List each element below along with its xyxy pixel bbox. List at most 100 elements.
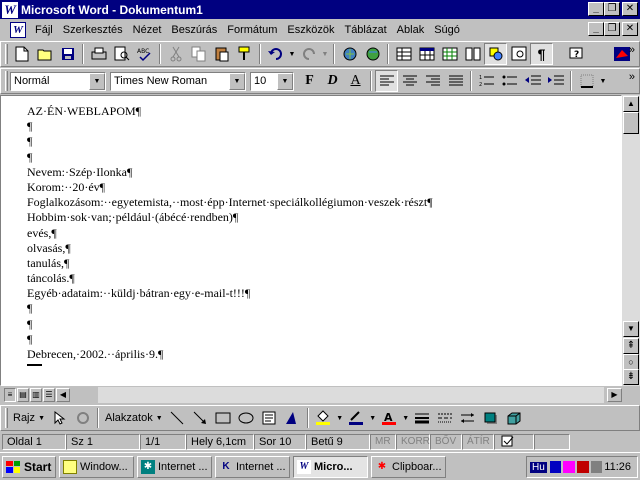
font-color-dropdown-icon[interactable]: ▼ [401,407,411,429]
document-page[interactable]: AZ·ÉN·WEBLAPOM¶ ¶ ¶ ¶ Nevem:·Szép·Ilonka… [0,95,622,386]
toolbar-more-chevron-icon[interactable]: » [629,44,635,56]
borders-dropdown-icon[interactable]: ▼ [598,70,608,92]
horizontal-scrollbar[interactable] [98,387,604,403]
tray-speaker-icon[interactable] [590,461,603,473]
menu-edit[interactable]: Szerkesztés [58,24,128,36]
taskbar-button-clipboard[interactable]: ✱ Clipboar... [371,455,446,478]
document-line[interactable]: evés,¶ [27,226,433,241]
dash-style-icon[interactable] [434,407,457,429]
align-center-icon[interactable] [398,70,421,92]
doc-close-button[interactable]: ✕ [622,22,638,36]
taskbar-button-internet-1[interactable]: ✱ Internet ... [137,455,212,478]
numbering-icon[interactable]: 12 [475,70,498,92]
style-select[interactable]: Normál ▼ [10,71,106,91]
print-preview-icon[interactable] [110,43,133,65]
status-extend[interactable]: BŐV [430,434,462,450]
tray-app-icon[interactable] [563,461,576,473]
columns-icon[interactable] [461,43,484,65]
paste-icon[interactable] [210,43,233,65]
copy-icon[interactable] [187,43,210,65]
arrow-style-icon[interactable] [457,407,480,429]
bullets-icon[interactable] [498,70,521,92]
line-color-dropdown-icon[interactable]: ▼ [368,407,378,429]
menu-tools[interactable]: Eszközök [282,24,339,36]
new-document-icon[interactable] [10,43,33,65]
office-assistant-icon[interactable]: ? [565,43,588,65]
menu-insert[interactable]: Beszúrás [166,24,222,36]
close-button[interactable]: ✕ [622,2,638,16]
doc-restore-button[interactable]: ❐ [604,22,620,36]
document-line[interactable]: Korom:··20·év¶ [27,180,433,195]
document-line[interactable]: tanulás,¶ [27,256,433,271]
web-toolbar-icon[interactable] [361,43,384,65]
status-section[interactable]: Sz 1 [66,434,140,450]
document-line[interactable]: Hobbim·sok·van;·például·(ábécé·rendben)¶ [27,210,433,225]
tables-borders-icon[interactable] [392,43,415,65]
align-right-icon[interactable] [421,70,444,92]
previous-page-icon[interactable]: ⇞ [623,338,639,354]
document-line[interactable]: táncolás.¶ [27,271,433,286]
scroll-up-icon[interactable]: ▲ [623,96,639,112]
status-line[interactable]: Sor 10 [254,434,306,450]
shadow-icon[interactable] [480,407,503,429]
status-position[interactable]: Hely 6,1cm [186,434,254,450]
bold-button[interactable]: F [298,70,321,92]
open-folder-icon[interactable] [33,43,56,65]
document-line[interactable]: Egyéb·adataim:··küldj·bátran·egy·e-mail-… [27,286,433,301]
tray-monitor-icon[interactable] [549,461,562,473]
wordart-icon[interactable] [281,407,304,429]
menu-help[interactable]: Súgó [429,24,465,36]
tray-antivirus-icon[interactable] [577,461,589,473]
scroll-thumb[interactable] [623,112,639,134]
title-bar[interactable]: W Microsoft Word - Dokumentum1 _ ❐ ✕ [0,0,640,19]
spelling-status-icon[interactable] [494,434,534,450]
insert-excel-icon[interactable] [438,43,461,65]
document-line[interactable]: ¶ [27,150,433,165]
menu-format[interactable]: Formátum [222,24,282,36]
status-record-macro[interactable]: MR [370,434,396,450]
menu-window[interactable]: Ablak [392,24,430,36]
minimize-button[interactable]: _ [588,2,604,16]
scroll-right-icon[interactable]: ▶ [607,388,622,402]
document-body[interactable]: AZ·ÉN·WEBLAPOM¶ ¶ ¶ ¶ Nevem:·Szép·Ilonka… [27,104,433,362]
document-line[interactable]: Nevem:·Szép·Ilonka¶ [27,165,433,180]
redo-dropdown-icon[interactable]: ▼ [320,43,330,65]
toolbar-grip[interactable] [5,71,8,91]
justify-icon[interactable] [444,70,467,92]
scroll-left-icon[interactable]: ◀ [56,388,70,402]
3d-icon[interactable] [503,407,526,429]
web-layout-view-icon[interactable]: ▤ [17,388,29,402]
redo-icon[interactable] [297,43,320,65]
line-tool-icon[interactable] [166,407,189,429]
oval-tool-icon[interactable] [235,407,258,429]
vertical-scrollbar[interactable]: ▲ ▼ ⇞ ○ ⇟ [622,95,640,386]
text-box-icon[interactable] [258,407,281,429]
hyperlink-icon[interactable] [338,43,361,65]
italic-button[interactable]: D [321,70,344,92]
doc-minimize-button[interactable]: _ [588,22,604,36]
format-painter-icon[interactable] [233,43,256,65]
document-line[interactable]: ¶ [27,317,433,332]
rectangle-tool-icon[interactable] [212,407,235,429]
increase-indent-icon[interactable] [544,70,567,92]
document-line[interactable]: ¶ [27,301,433,316]
free-rotate-icon[interactable] [71,407,94,429]
status-overtype[interactable]: ÁTÍR [462,434,494,450]
next-page-icon[interactable]: ⇟ [623,369,639,385]
autoshapes-menu-button[interactable]: Alakzatok ▼ [102,412,166,424]
undo-icon[interactable] [264,43,287,65]
chevron-down-icon[interactable]: ▼ [277,72,293,90]
status-page[interactable]: Oldal 1 [2,434,66,450]
cut-icon[interactable] [164,43,187,65]
font-size-select[interactable]: 10 ▼ [250,71,294,91]
toolbar-more-chevron-icon[interactable]: » [629,71,635,83]
status-column[interactable]: Betű 9 [306,434,370,450]
status-track-changes[interactable]: KORR [396,434,430,450]
spelling-icon[interactable]: ABC [133,43,156,65]
document-line[interactable]: ¶ [27,332,433,347]
clock[interactable]: 11:26 [604,461,631,473]
taskbar-button-word[interactable]: W Micro... [293,455,368,478]
menu-view[interactable]: Nézet [128,24,167,36]
document-line[interactable]: AZ·ÉN·WEBLAPOM¶ [27,104,433,119]
taskbar-button-windows[interactable]: Window... [59,455,134,478]
